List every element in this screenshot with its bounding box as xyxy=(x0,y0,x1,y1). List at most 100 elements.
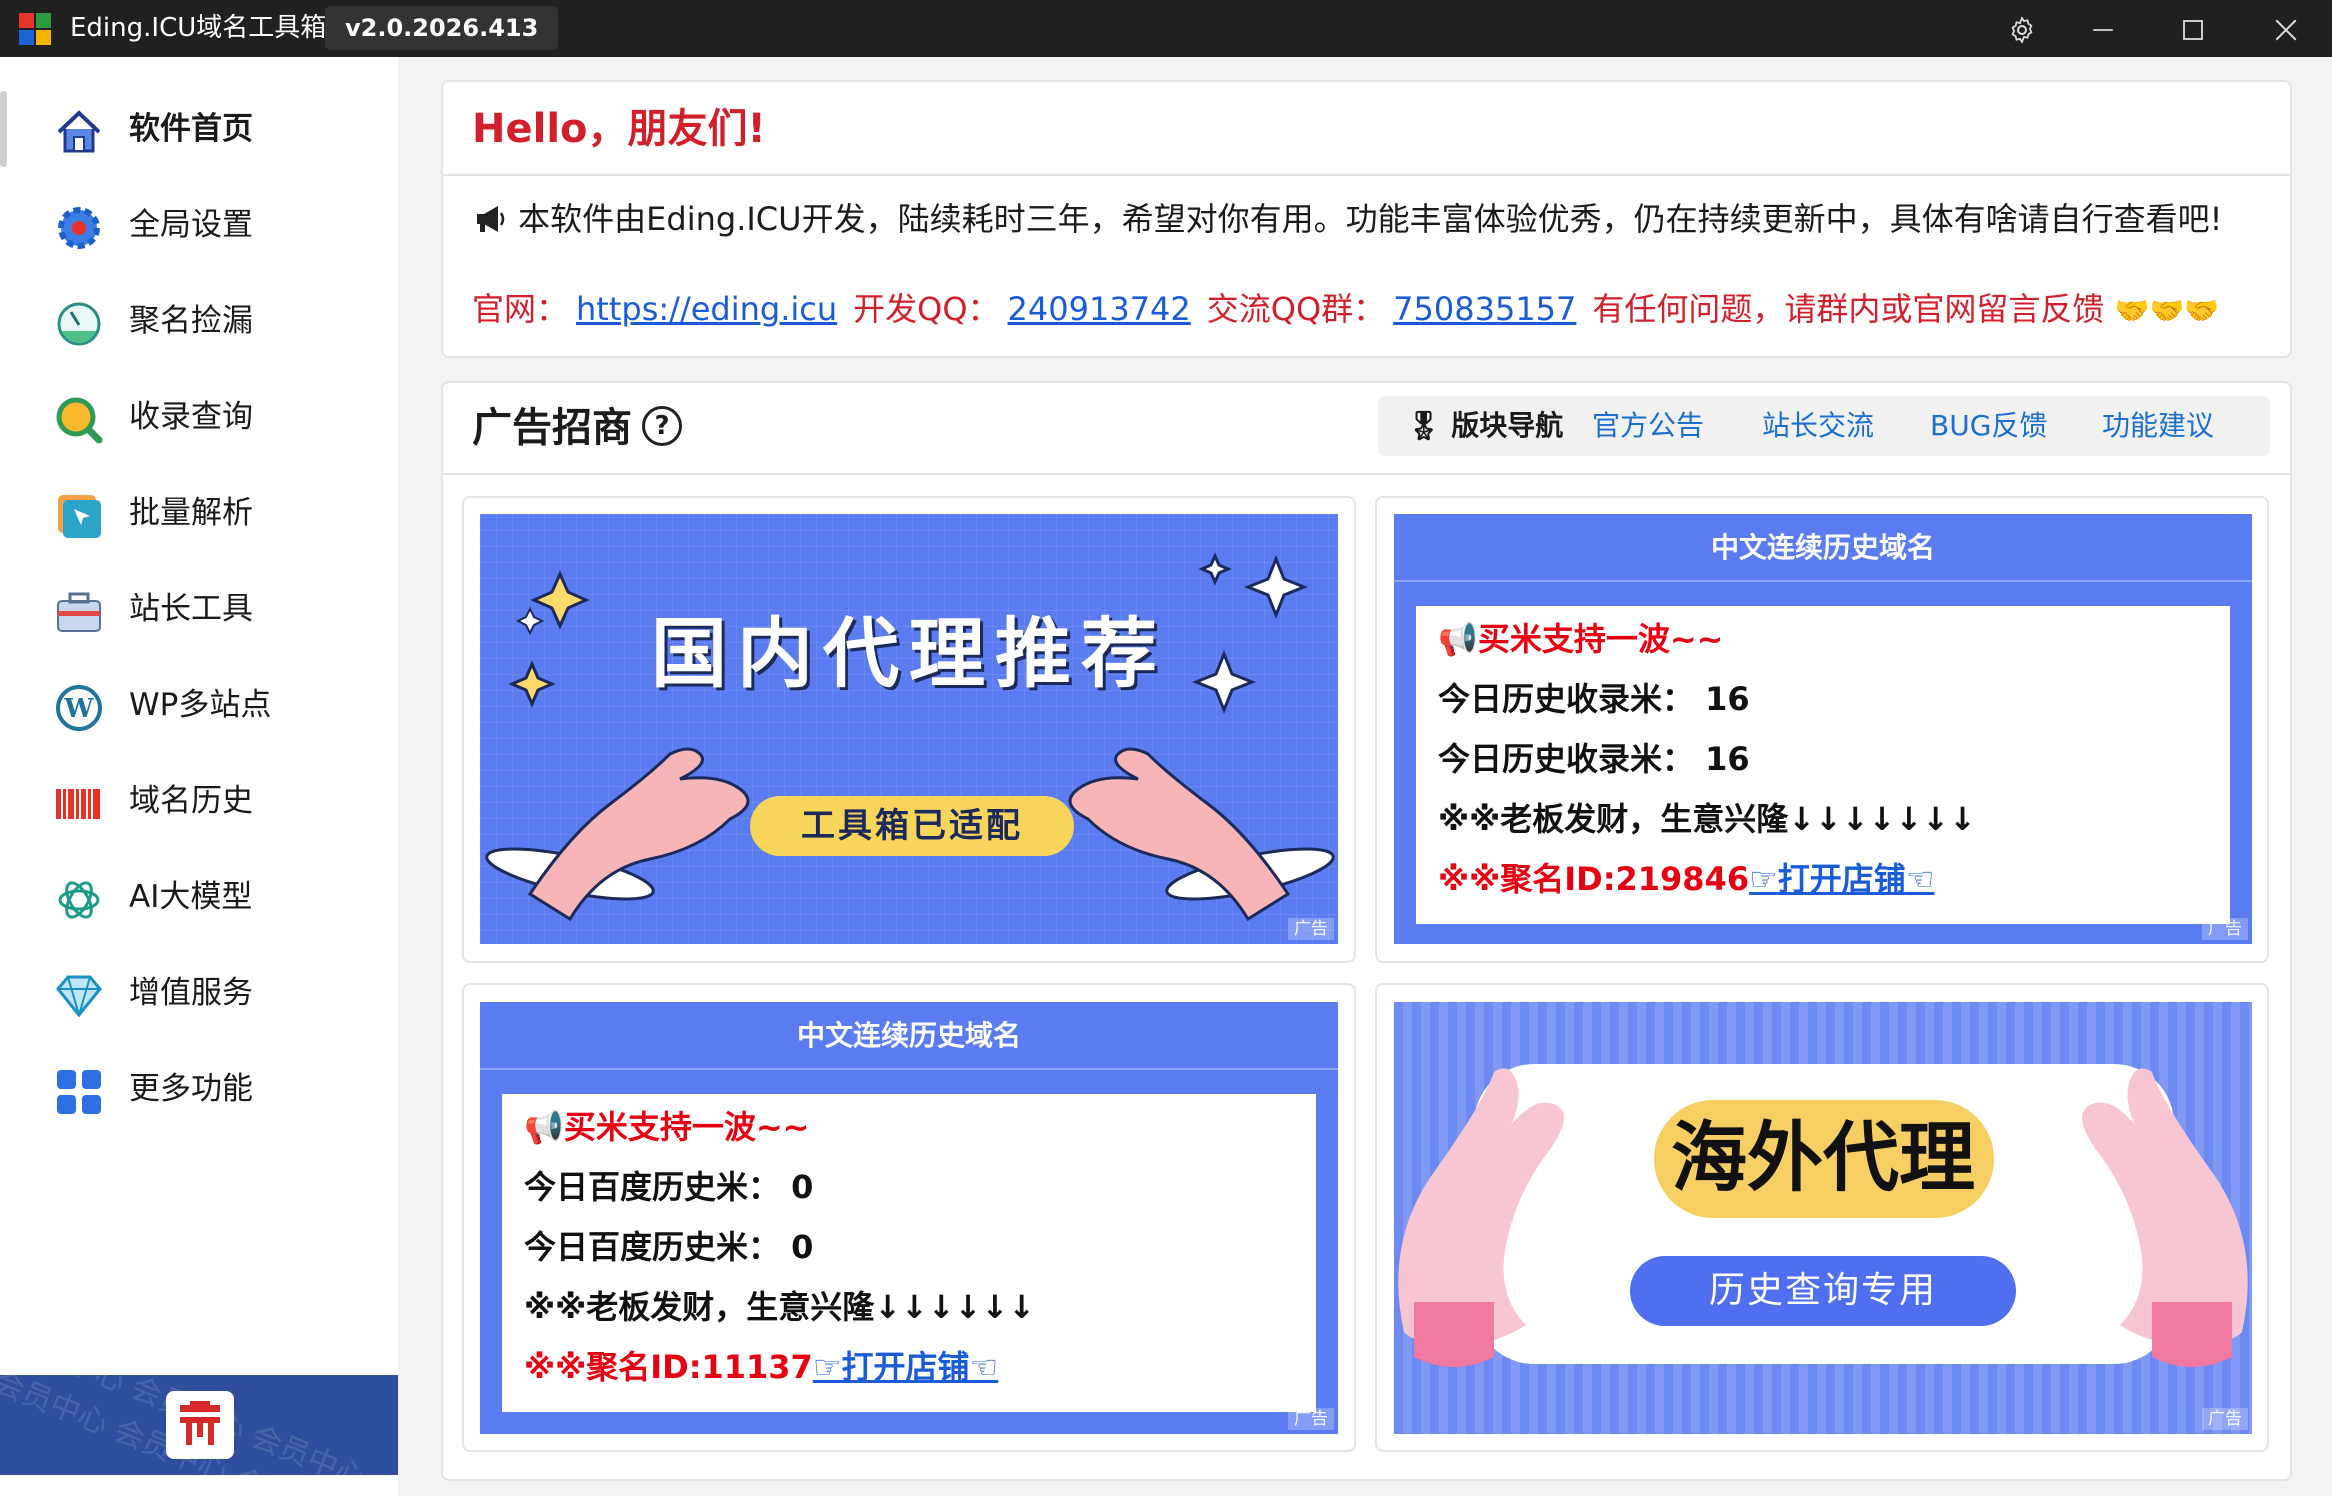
svg-text:W: W xyxy=(63,694,94,724)
wish-line: ※※老板发财，生意兴隆↓↓↓↓↓↓↓ xyxy=(1438,800,1976,838)
app-title: Eding.ICU域名工具箱 xyxy=(70,13,327,43)
ad-box-body: 📢买米支持一波~~ 今日历史收录米： 16 今日历史收录米： 16 ※※老板发财… xyxy=(1416,606,2230,924)
app-logo-icon xyxy=(19,13,51,45)
site-label: 官网： xyxy=(472,290,569,328)
shop-id: ※※聚名ID:11137 xyxy=(524,1348,813,1386)
section-nav: 🎖 版块导航 官方公告 站长交流 BUG反馈 功能建议 xyxy=(1378,396,2270,456)
slogan: 📢买米支持一波~~ xyxy=(1438,620,1724,658)
member-center-button[interactable] xyxy=(166,1391,234,1459)
help-icon[interactable]: ? xyxy=(642,406,682,446)
stat-line: 今日百度历史米： 0 xyxy=(524,1228,814,1266)
qq-label: 开发QQ： xyxy=(853,290,1000,328)
stat-line: 今日百度历史米： 0 xyxy=(524,1168,814,1206)
qq-group-link[interactable]: 750835157 xyxy=(1393,290,1576,328)
sidebar-item-label: 站长工具 xyxy=(129,591,253,627)
sidebar-item-label: 批量解析 xyxy=(129,495,253,531)
divider xyxy=(443,174,2290,176)
ad-tag: 广告 xyxy=(1288,918,1334,940)
toolbox-icon xyxy=(57,592,101,632)
contact-links: 官网： https://eding.icu 开发QQ： 240913742 交流QQ群：… xyxy=(472,286,2219,334)
dev-qq-link[interactable]: 240913742 xyxy=(1008,290,1191,328)
feedback-text: 有任何问题，请群内或官网留言反馈 xyxy=(1592,290,2105,328)
sidebar-item-label: 软件首页 xyxy=(129,111,253,147)
ad-banner-domestic-proxy[interactable]: 国内代理推荐 工具箱已适配 广告 xyxy=(480,514,1338,944)
banner-headline: 海外代理 xyxy=(1671,1113,1975,1202)
shop-line: ※※聚名ID:219846☞打开店铺☜ xyxy=(1438,856,1934,902)
megaphone-icon: 📢 xyxy=(524,1108,564,1146)
sidebar-item-ai-model[interactable]: AI大模型 xyxy=(0,857,398,937)
title-bar: Eding.ICU域名工具箱 v2.0.2026.413 xyxy=(0,0,2332,57)
maximize-icon[interactable] xyxy=(2173,10,2213,50)
wish-line: ※※老板发财，生意兴隆↓↓↓↓↓↓ xyxy=(524,1288,1036,1326)
sidebar-item-label: WP多站点 xyxy=(129,687,272,723)
diamond-icon xyxy=(56,975,102,1018)
divider xyxy=(443,473,2290,475)
ad-tag: 广告 xyxy=(1288,1408,1334,1430)
ad-box-header: 中文连续历史域名 xyxy=(480,1002,1338,1070)
tab-webmaster-exchange[interactable]: 站长交流 xyxy=(1762,404,1874,448)
stat-line: 今日历史收录米： 16 xyxy=(1438,740,1750,778)
open-shop-link[interactable]: ☞打开店铺☜ xyxy=(1749,860,1934,898)
version-badge: v2.0.2026.413 xyxy=(325,6,559,50)
minimize-icon[interactable] xyxy=(2083,10,2123,50)
settings-icon[interactable] xyxy=(2002,10,2042,50)
ad-tag: 广告 xyxy=(2202,918,2248,940)
section-nav-title: 🎖 版块导航 xyxy=(1406,409,1564,442)
shop-id: ※※聚名ID:219846 xyxy=(1438,860,1750,898)
medal-icon: 🎖 xyxy=(1406,409,1442,442)
ad-banner-overseas-proxy[interactable]: 海外代理 历史查询专用 广告 xyxy=(1394,1002,2252,1434)
sidebar-item-juming[interactable]: 聚名捡漏 xyxy=(0,281,398,361)
barcode-icon xyxy=(56,789,100,819)
sidebar-item-label: 增值服务 xyxy=(129,975,253,1011)
sidebar-item-more[interactable]: 更多功能 xyxy=(0,1049,398,1129)
close-icon[interactable] xyxy=(2266,10,2306,50)
welcome-title: Hello，朋友们! xyxy=(472,106,766,152)
tab-bug-feedback[interactable]: BUG反馈 xyxy=(1930,404,2047,448)
pointing-hand-icon: ☜ xyxy=(969,1348,999,1386)
banner-button: 历史查询专用 xyxy=(1630,1256,2016,1326)
megaphone-icon: 📢 xyxy=(1438,620,1478,658)
member-center-banner[interactable]: 会员中心 会员中心 会员中心 会员中心 会员中心 会员中心 xyxy=(0,1375,398,1475)
sidebar-item-label: AI大模型 xyxy=(129,879,253,915)
banner-button: 工具箱已适配 xyxy=(750,796,1074,856)
sidebar-item-batch-resolve[interactable]: 批量解析 xyxy=(0,473,398,553)
sidebar-item-label: 收录查询 xyxy=(129,399,253,435)
apps-grid-icon xyxy=(57,1070,101,1114)
sidebar-item-index-query[interactable]: 收录查询 xyxy=(0,377,398,457)
gear-icon xyxy=(58,207,100,249)
tab-feature-suggestions[interactable]: 功能建议 xyxy=(2102,404,2214,448)
pointing-hand-icon: ☞ xyxy=(1749,860,1778,898)
home-icon xyxy=(57,110,101,153)
ad-box-history-domains: 中文连续历史域名 📢买米支持一波~~ 今日百度历史米： 0 今日百度历史米： 0… xyxy=(480,1002,1338,1434)
member-badge-icon xyxy=(180,1401,220,1445)
sidebar: 软件首页 全局设置 聚名捡漏 收录查询 批量解析 站长工具 W WP多站点 域名… xyxy=(0,57,398,1496)
pointing-hand-icon: ☞ xyxy=(812,1348,842,1386)
sidebar-item-label: 聚名捡漏 xyxy=(129,303,253,339)
sidebar-item-label: 域名历史 xyxy=(129,783,253,819)
intro-text: 本软件由Eding.ICU开发，陆续耗时三年，希望对你有用。功能丰富体验优秀，仍… xyxy=(474,196,2222,242)
sidebar-item-settings[interactable]: 全局设置 xyxy=(0,185,398,265)
wordpress-icon: W xyxy=(56,685,102,731)
hands-illustration xyxy=(1398,1068,2248,1367)
ad-box-body: 📢买米支持一波~~ 今日百度历史米： 0 今日百度历史米： 0 ※※老板发财，生… xyxy=(502,1094,1316,1412)
ad-box-header: 中文连续历史域名 xyxy=(1394,514,2252,582)
banner-headline: 国内代理推荐 xyxy=(651,609,1167,698)
ad-tag: 广告 xyxy=(2202,1408,2248,1430)
site-link[interactable]: https://eding.icu xyxy=(576,290,837,328)
sidebar-item-wp-multisite[interactable]: W WP多站点 xyxy=(0,665,398,745)
sidebar-item-domain-history[interactable]: 域名历史 xyxy=(0,761,398,841)
group-label: 交流QQ群： xyxy=(1206,290,1386,328)
open-shop-link[interactable]: ☞打开店铺☜ xyxy=(813,1348,998,1386)
sidebar-item-webmaster-tools[interactable]: 站长工具 xyxy=(0,569,398,649)
tab-announcements[interactable]: 官方公告 xyxy=(1592,404,1704,448)
megaphone-icon xyxy=(477,206,505,232)
pointing-hand-icon: ☜ xyxy=(1905,860,1935,898)
gauge-icon xyxy=(57,302,101,346)
sidebar-item-home[interactable]: 软件首页 xyxy=(0,89,398,169)
banner-decoration xyxy=(485,552,1335,922)
search-icon xyxy=(56,397,103,444)
cursor-icon xyxy=(58,495,101,538)
ai-knot-icon xyxy=(58,881,100,919)
shop-line: ※※聚名ID:11137☞打开店铺☜ xyxy=(524,1344,998,1390)
sidebar-item-value-added[interactable]: 增值服务 xyxy=(0,953,398,1033)
